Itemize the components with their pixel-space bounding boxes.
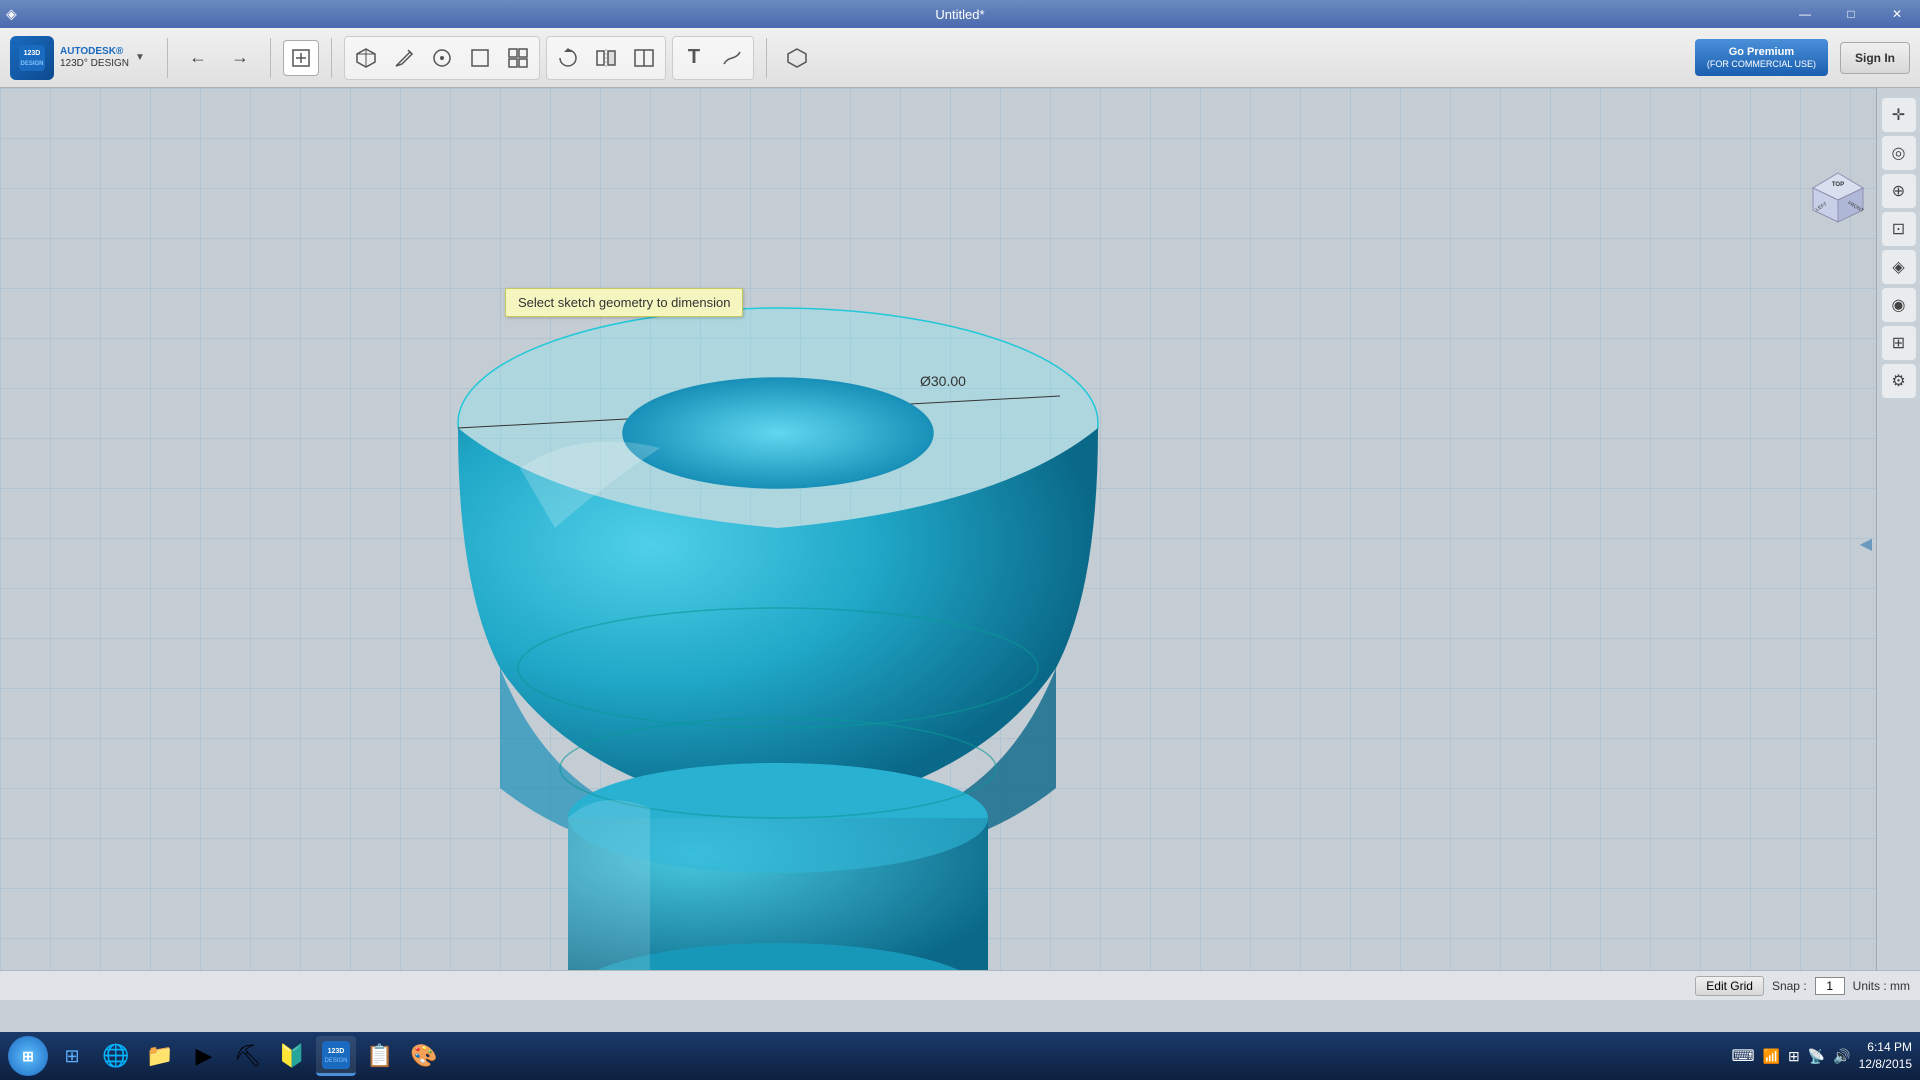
windows-icon: ⊞ xyxy=(1788,1048,1800,1065)
separator-2 xyxy=(270,38,271,78)
maximize-button[interactable]: □ xyxy=(1828,0,1874,28)
snap-label: Snap : xyxy=(1772,979,1807,993)
logo-dropdown-arrow[interactable]: ▼ xyxy=(135,52,145,63)
logo-section: 123D DESIGN AUTODESK® 123D° DESIGN ▼ xyxy=(10,36,145,80)
pan-tool-button[interactable]: ✛ xyxy=(1882,98,1916,132)
separator-3 xyxy=(331,38,332,78)
window-title: Untitled* xyxy=(935,7,984,22)
product-name: 123D° DESIGN xyxy=(60,58,129,69)
rectangle-tool[interactable] xyxy=(462,40,498,76)
layers-button[interactable]: ⊞ xyxy=(1882,326,1916,360)
svg-text:DESIGN: DESIGN xyxy=(324,1058,347,1064)
split-tool[interactable] xyxy=(626,40,662,76)
right-tools-panel: ✛ ◎ ⊕ ⊡ ◈ ◉ ⊞ ⚙ xyxy=(1876,88,1920,1000)
text-tool[interactable]: T xyxy=(676,40,712,76)
system-clock: 6:14 PM 12/8/2015 xyxy=(1859,1039,1912,1073)
separator-4 xyxy=(766,38,767,78)
taskbar-app-action-center[interactable]: ⊞ xyxy=(52,1036,92,1076)
taskbar-app-chrome[interactable]: 🌐 xyxy=(96,1036,136,1076)
keyboard-icon: ⌨ xyxy=(1731,1046,1754,1066)
taskbar-system-tray: ⌨ 📶 ⊞ 📡 🔊 6:14 PM 12/8/2015 xyxy=(1731,1039,1912,1073)
status-bar: Edit Grid Snap : Units : mm xyxy=(0,970,1920,1000)
sign-in-button[interactable]: Sign In xyxy=(1840,42,1910,74)
view-cube[interactable]: TOP LEFT FRONT xyxy=(1808,168,1868,228)
title-bar: ◈ Untitled* — □ ✕ xyxy=(0,0,1920,28)
rotate-tool[interactable] xyxy=(550,40,586,76)
svg-text:DESIGN: DESIGN xyxy=(20,61,43,67)
logo-icon: 123D DESIGN xyxy=(10,36,54,80)
clock-date: 12/8/2015 xyxy=(1859,1056,1912,1073)
premium-sublabel: (FOR COMMERCIAL USE) xyxy=(1707,59,1816,71)
start-button[interactable]: ⊞ xyxy=(8,1036,48,1076)
taskbar: ⊞ ⊞ 🌐 📁 ▶ ⛏ 🔰 123D DESIGN 📋 🎨 ⌨ 📶 ⊞ 📡 🔊 6… xyxy=(0,1032,1920,1080)
network-icon: 📶 xyxy=(1763,1048,1780,1065)
taskbar-app-clipboard[interactable]: 📋 xyxy=(360,1036,400,1076)
new-button[interactable] xyxy=(283,40,319,76)
modify-group xyxy=(546,36,666,80)
svg-text:Ø30.00: Ø30.00 xyxy=(920,373,966,389)
taskbar-app-minecraft[interactable]: ⛏ xyxy=(228,1036,268,1076)
measure-tool[interactable] xyxy=(714,40,750,76)
text-group: T xyxy=(672,36,754,80)
primitives-group xyxy=(344,36,540,80)
redo-button[interactable]: → xyxy=(222,40,258,76)
fit-view-button[interactable]: ⊡ xyxy=(1882,212,1916,246)
taskbar-app-media[interactable]: ▶ xyxy=(184,1036,224,1076)
taskbar-app-123d[interactable]: 123D DESIGN xyxy=(316,1036,356,1076)
settings-button[interactable]: ⚙ xyxy=(1882,364,1916,398)
3d-object-canvas: Ø30.00 xyxy=(0,88,1920,1000)
visibility-button[interactable]: ◉ xyxy=(1882,288,1916,322)
taskbar-app-explorer[interactable]: 📁 xyxy=(140,1036,180,1076)
units-label: Units : mm xyxy=(1853,979,1910,993)
tooltip-text: Select sketch geometry to dimension xyxy=(518,295,730,310)
separator-1 xyxy=(167,38,168,78)
iso-view-button[interactable]: ◈ xyxy=(1882,250,1916,284)
snap-input[interactable] xyxy=(1815,977,1845,995)
box-tool[interactable] xyxy=(348,40,384,76)
sketch-tool[interactable] xyxy=(386,40,422,76)
mirror-tool[interactable] xyxy=(588,40,624,76)
undo-button[interactable]: ← xyxy=(180,40,216,76)
brand-name: AUTODESK® xyxy=(60,46,129,57)
viewport: Ø30.00 Select sketch geometry to dimensi… xyxy=(0,88,1920,1000)
orbit-tool-button[interactable]: ◎ xyxy=(1882,136,1916,170)
zoom-tool-button[interactable]: ⊕ xyxy=(1882,174,1916,208)
extra-tool[interactable] xyxy=(779,40,815,76)
grid-tool[interactable] xyxy=(500,40,536,76)
sketch-tooltip: Select sketch geometry to dimension xyxy=(505,288,743,317)
volume-icon: 🔊 xyxy=(1833,1048,1850,1065)
panel-toggle-arrow[interactable]: ◀ xyxy=(1860,534,1872,554)
signal-icon: 📡 xyxy=(1808,1048,1825,1065)
svg-text:TOP: TOP xyxy=(1832,182,1844,188)
minimize-button[interactable]: — xyxy=(1782,0,1828,28)
taskbar-app-shield[interactable]: 🔰 xyxy=(272,1036,312,1076)
menu-bar: 123D DESIGN AUTODESK® 123D° DESIGN ▼ ← → xyxy=(0,28,1920,88)
svg-text:123D: 123D xyxy=(328,1048,345,1055)
svg-text:123D: 123D xyxy=(24,50,41,57)
app-icon: ◈ xyxy=(6,6,17,23)
edit-grid-button[interactable]: Edit Grid xyxy=(1695,976,1764,996)
circle-tool[interactable] xyxy=(424,40,460,76)
window-controls: — □ ✕ xyxy=(1782,0,1920,28)
go-premium-button[interactable]: Go Premium (FOR COMMERCIAL USE) xyxy=(1695,39,1828,77)
close-button[interactable]: ✕ xyxy=(1874,0,1920,28)
premium-label: Go Premium xyxy=(1707,45,1816,59)
clock-time: 6:14 PM xyxy=(1859,1039,1912,1056)
taskbar-app-paint[interactable]: 🎨 xyxy=(404,1036,444,1076)
